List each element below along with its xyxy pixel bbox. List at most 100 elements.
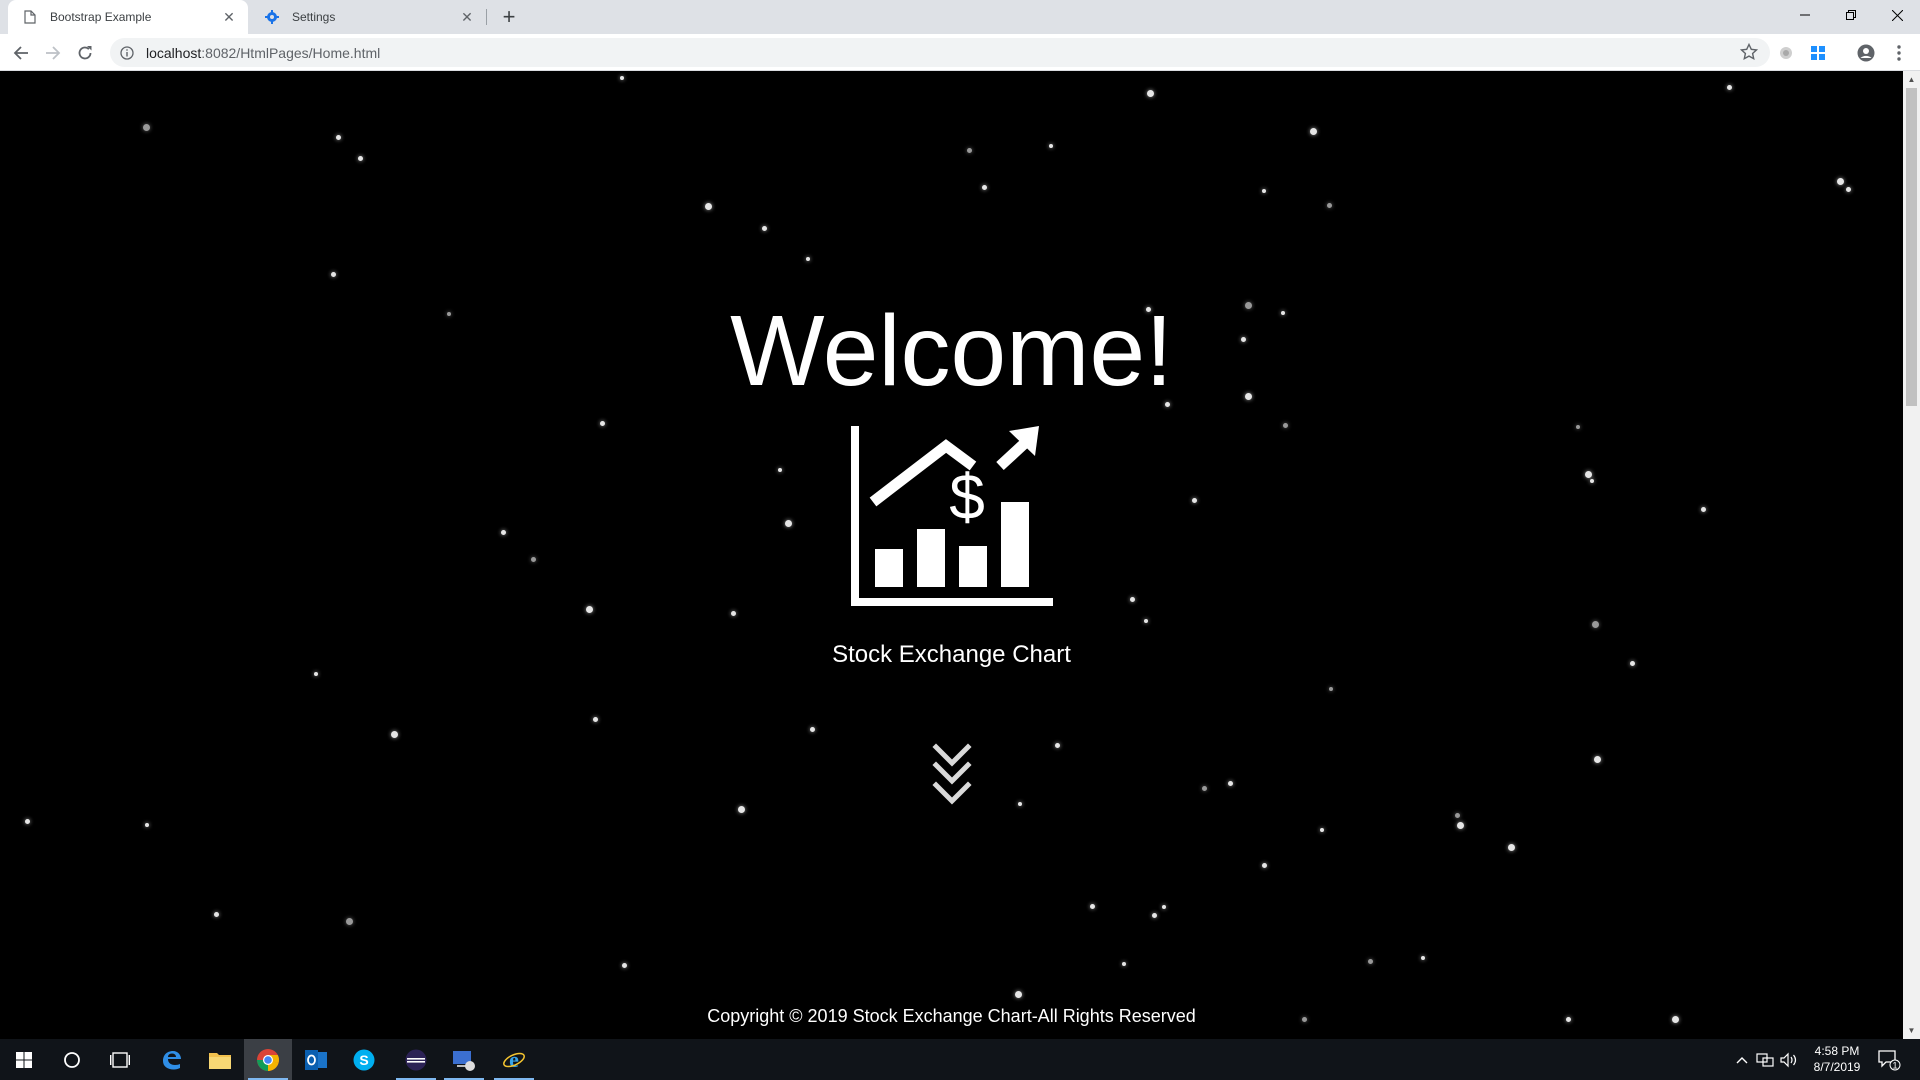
stock-chart-logo-icon: $ <box>849 426 1054 606</box>
skype-icon[interactable]: S <box>340 1039 388 1080</box>
url-path: :8082/HtmlPages/Home.html <box>201 44 381 61</box>
file-explorer-icon[interactable] <box>196 1039 244 1080</box>
network-icon[interactable] <box>1754 1039 1776 1080</box>
close-window-button[interactable] <box>1874 0 1920 30</box>
restore-button[interactable] <box>1828 0 1874 30</box>
star-dot <box>1130 597 1135 602</box>
star-dot <box>143 124 150 131</box>
eclipse-icon[interactable] <box>392 1039 440 1080</box>
star-dot <box>778 468 782 472</box>
page-viewport: Welcome! $ Stock Exchange Chart Copyrigh… <box>0 71 1903 1039</box>
star-dot <box>1455 813 1460 818</box>
remote-desktop-icon[interactable] <box>440 1039 488 1080</box>
scrollbar-thumb[interactable] <box>1906 88 1917 406</box>
star-dot <box>1508 844 1515 851</box>
account-icon[interactable] <box>1855 42 1877 64</box>
scroll-up-arrow-icon[interactable]: ▲ <box>1903 71 1920 88</box>
tab-bootstrap-example[interactable]: Bootstrap Example ✕ <box>8 0 248 34</box>
star-dot <box>25 819 30 824</box>
star-dot <box>1152 913 1157 918</box>
tab-title: Bootstrap Example <box>50 10 152 24</box>
star-dot <box>1368 959 1373 964</box>
star-dot <box>1147 90 1154 97</box>
star-dot <box>531 557 536 562</box>
star-dot <box>331 272 336 277</box>
back-button[interactable] <box>8 40 34 66</box>
reload-button[interactable] <box>72 40 98 66</box>
edge-icon[interactable] <box>148 1039 196 1080</box>
star-dot <box>731 611 736 616</box>
star-dot <box>785 520 792 527</box>
page-icon <box>22 9 38 25</box>
taskbar-clock[interactable]: 4:58 PM 8/7/2019 <box>1805 1043 1869 1075</box>
star-dot <box>967 148 972 153</box>
outlook-icon[interactable] <box>292 1039 340 1080</box>
info-icon[interactable] <box>118 44 136 62</box>
star-dot <box>1049 144 1053 148</box>
subtitle: Stock Exchange Chart <box>832 641 1071 668</box>
star-dot <box>810 727 815 732</box>
scroll-down-arrow-icon[interactable]: ▼ <box>1903 1022 1920 1039</box>
tab-settings[interactable]: Settings ✕ <box>250 0 486 34</box>
forward-button[interactable] <box>40 40 66 66</box>
star-dot <box>336 135 341 140</box>
star-dot <box>1457 822 1464 829</box>
star-dot <box>1018 802 1022 806</box>
star-dot <box>1162 905 1166 909</box>
star-dot <box>1727 85 1732 90</box>
star-dot <box>1421 956 1425 960</box>
star-dot <box>1701 507 1706 512</box>
action-center-icon[interactable]: 1 <box>1872 1039 1906 1080</box>
star-dot <box>600 421 605 426</box>
address-bar[interactable]: localhost:8082/HtmlPages/Home.html <box>110 38 1770 67</box>
new-tab-button[interactable]: + <box>496 4 522 29</box>
browser-toolbar: localhost:8082/HtmlPages/Home.html <box>0 34 1920 71</box>
show-hidden-icons-chevron-icon[interactable] <box>1732 1039 1752 1080</box>
extension-icon[interactable] <box>1775 42 1797 64</box>
scroll-down-chevron-icon[interactable] <box>928 741 976 811</box>
chrome-icon[interactable] <box>244 1039 292 1080</box>
star-dot <box>1055 743 1060 748</box>
star-dot <box>738 806 745 813</box>
close-icon[interactable]: ✕ <box>458 8 476 26</box>
star-dot <box>346 918 353 925</box>
windows-extension-icon[interactable] <box>1807 42 1829 64</box>
volume-icon[interactable] <box>1778 1039 1800 1080</box>
star-dot <box>1122 962 1126 966</box>
star-dot <box>1592 621 1599 628</box>
start-icon[interactable] <box>0 1039 48 1080</box>
clock-time: 4:58 PM <box>1814 1044 1860 1058</box>
star-dot <box>1283 423 1288 428</box>
star-dot <box>1202 786 1207 791</box>
tab-strip: Bootstrap Example ✕ Settings ✕ + <box>0 0 1920 34</box>
star-dot <box>622 963 627 968</box>
star-dot <box>1144 619 1148 623</box>
notification-count: 1 <box>1892 1060 1897 1070</box>
tab-separator <box>486 9 487 25</box>
minimize-button[interactable] <box>1782 0 1828 30</box>
star-dot <box>145 823 149 827</box>
star-dot <box>314 672 318 676</box>
star-dot <box>358 156 363 161</box>
page-scrollbar[interactable]: ▲ ▼ <box>1903 71 1920 1039</box>
copyright-footer: Copyright © 2019 Stock Exchange Chart-Al… <box>707 1006 1196 1026</box>
gear-icon <box>264 9 280 25</box>
star-dot <box>1228 781 1233 786</box>
menu-icon[interactable] <box>1888 42 1910 64</box>
search-icon[interactable] <box>48 1039 96 1080</box>
star-dot <box>1015 991 1022 998</box>
internet-explorer-icon[interactable]: e <box>490 1039 538 1080</box>
clock-date: 8/7/2019 <box>1813 1060 1861 1074</box>
star-dot <box>501 530 506 535</box>
star-dot <box>1262 189 1266 193</box>
star-dot <box>1327 203 1332 208</box>
star-dot <box>806 257 810 261</box>
task-view-icon[interactable] <box>96 1039 144 1080</box>
star-dot <box>620 76 624 80</box>
bookmark-star-icon[interactable] <box>1739 42 1759 66</box>
welcome-heading: Welcome! <box>730 295 1173 407</box>
star-dot <box>1090 904 1095 909</box>
svg-text:e: e <box>509 1048 519 1072</box>
close-icon[interactable]: ✕ <box>220 8 238 26</box>
star-dot <box>214 912 219 917</box>
